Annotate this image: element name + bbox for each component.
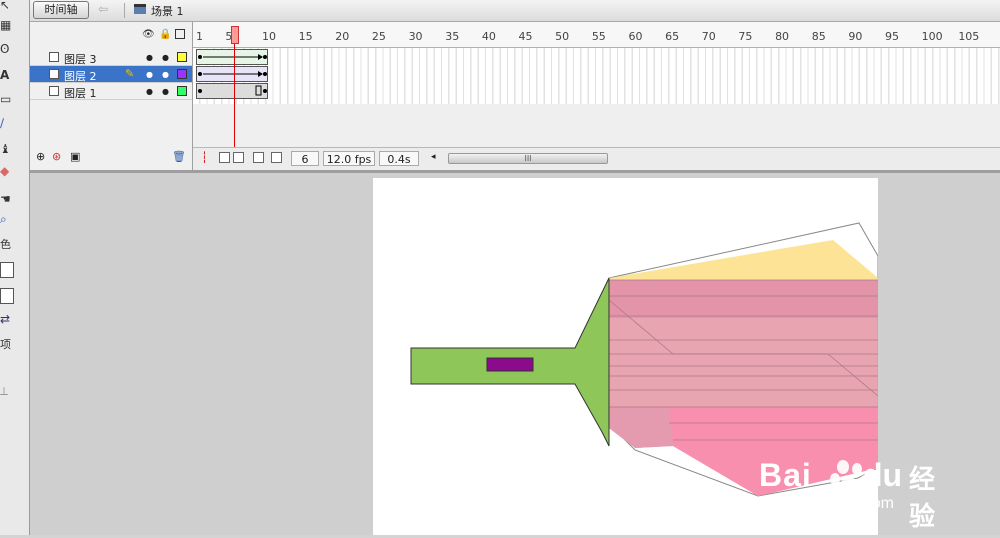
- zoom-tool-icon[interactable]: ⌕: [0, 210, 20, 228]
- ruler-label: 30: [408, 30, 423, 43]
- visibility-dot[interactable]: ●: [146, 70, 153, 79]
- lasso-tool-icon[interactable]: ʘ: [0, 40, 20, 58]
- layer-list: 👁 🔒 图层 3 ● ● 图层 2 ✎ ● ● 图层 1 ● ● ⊕ ⊛ ▣ 🗑: [30, 22, 193, 170]
- playhead-marker[interactable]: [231, 26, 239, 44]
- ruler-label: 35: [445, 30, 460, 43]
- ruler-label: 40: [481, 30, 496, 43]
- ruler-label: 60: [628, 30, 643, 43]
- edit-multiple-frames-icon[interactable]: [253, 152, 264, 163]
- insert-folder-icon[interactable]: ▣: [70, 150, 80, 163]
- layer-row-1[interactable]: 图层 1 ● ●: [30, 83, 192, 100]
- ruler-label: 65: [665, 30, 680, 43]
- elapsed-time-field: 0.4s: [379, 151, 419, 166]
- rectangle-tool-icon[interactable]: ▭: [0, 90, 20, 108]
- watermark-logo-cn: 经验: [909, 465, 936, 532]
- scroll-left-icon[interactable]: ◂: [431, 152, 436, 162]
- ruler-label: 90: [848, 30, 863, 43]
- visibility-dot[interactable]: ●: [146, 53, 153, 62]
- ruler-label: 25: [371, 30, 386, 43]
- timeline-horizontal-scrollbar[interactable]: III: [448, 153, 608, 164]
- layer-page-icon: [49, 52, 59, 62]
- options-section-label: 项: [0, 338, 11, 351]
- arrow-tool-icon[interactable]: ↖: [0, 0, 20, 14]
- ruler-label: 20: [335, 30, 350, 43]
- frame-area: 1 5 10 15 20 25 30 35 40 45 50 55 60 65 70 75 80 85 90 95 10…: [193, 22, 1000, 171]
- frame-grid[interactable]: [193, 48, 1000, 104]
- onion-skin-icon[interactable]: [219, 152, 230, 163]
- ruler-label: 85: [811, 30, 826, 43]
- layer-name: 图层 1: [64, 87, 97, 100]
- snap-option-icon[interactable]: ⟂: [0, 382, 20, 400]
- add-motion-guide-icon[interactable]: ⊛: [52, 150, 61, 163]
- outline-icon[interactable]: [175, 29, 185, 39]
- ruler-label: 15: [298, 30, 313, 43]
- timeline-panel: 👁 🔒 图层 3 ● ● 图层 2 ✎ ● ● 图层 1 ● ● ⊕ ⊛ ▣ 🗑…: [30, 22, 1000, 171]
- layer-page-icon: [49, 69, 59, 79]
- ruler-label: 80: [775, 30, 790, 43]
- watermark-logo-text: Bai: [759, 457, 812, 493]
- ruler-label: 10: [261, 30, 276, 43]
- timeline-toggle-button[interactable]: 时间轴: [33, 1, 89, 19]
- lock-icon[interactable]: 🔒: [159, 29, 171, 40]
- frame-ruler[interactable]: 1 5 10 15 20 25 30 35 40 45 50 55 60 65 70 75 80 85 90 95 10…: [193, 22, 1000, 48]
- ruler-label: 55: [591, 30, 606, 43]
- ruler-label: 95: [885, 30, 900, 43]
- current-frame-field: 6: [291, 151, 319, 166]
- ruler-label: 1: [196, 30, 203, 43]
- eraser-tool-icon[interactable]: ◆: [0, 162, 20, 180]
- lock-dot[interactable]: ●: [162, 70, 169, 79]
- baidu-jingyan-watermark: Bai du 经验 jingyan.baidu.com: [715, 455, 955, 532]
- ruler-label: 45: [518, 30, 533, 43]
- layer-page-icon: [49, 86, 59, 96]
- scene-clapper-icon: [134, 4, 146, 14]
- left-arrow-icon[interactable]: ⇦: [98, 2, 108, 16]
- toolbar-divider: [124, 3, 125, 18]
- center-frame-icon[interactable]: ┆: [201, 151, 208, 164]
- layer-name: 图层 2: [64, 70, 97, 83]
- paint-bucket-icon[interactable]: ♝: [0, 140, 20, 158]
- watermark-logo-text2: du: [863, 457, 903, 493]
- eye-icon[interactable]: 👁: [142, 29, 155, 40]
- layer-row-3[interactable]: 图层 3 ● ●: [30, 49, 192, 66]
- ruler-label: 70: [701, 30, 716, 43]
- layer-controls: ⊕ ⊛ ▣ 🗑: [30, 146, 192, 170]
- add-layer-icon[interactable]: ⊕: [36, 150, 45, 163]
- onion-outline-icon[interactable]: [233, 152, 244, 163]
- text-tool-icon[interactable]: A: [0, 66, 20, 84]
- tools-panel: ↖ ▦ ʘ A ▭ ∕ ♝ ◆ ☚ ⌕ 色 ⇄ 项 ⟂: [0, 0, 30, 535]
- ruler-label: 105: [958, 30, 980, 43]
- tween-arrows: [198, 54, 267, 96]
- swap-colors-icon[interactable]: ⇄: [0, 310, 20, 328]
- layer-color-box[interactable]: [177, 86, 187, 96]
- frame-rate-field[interactable]: 12.0 fps: [323, 151, 375, 166]
- fill-color-swatch[interactable]: [0, 288, 14, 304]
- ruler-label: 100: [921, 30, 943, 43]
- top-toolbar: 时间轴 ⇦ 场景 1: [30, 0, 1000, 22]
- visibility-dot[interactable]: ●: [146, 87, 153, 96]
- brush-tool-icon[interactable]: ∕: [0, 114, 20, 132]
- ruler-label: 75: [738, 30, 753, 43]
- stroke-color-swatch[interactable]: [0, 262, 14, 278]
- watermark-url: jingyan.baidu.com: [765, 495, 894, 512]
- ruler-label: 50: [555, 30, 570, 43]
- hand-tool-icon[interactable]: ☚: [0, 190, 20, 208]
- pencil-icon: ✎: [125, 67, 135, 80]
- timeline-status-bar: ┆ 6 12.0 fps 0.4s ◂ III: [193, 147, 1000, 171]
- layer-color-box[interactable]: [177, 69, 187, 79]
- lock-dot[interactable]: ●: [162, 53, 169, 62]
- scene-label[interactable]: 场景 1: [151, 3, 184, 19]
- color-section-label: 色: [0, 238, 11, 251]
- delete-layer-icon[interactable]: 🗑: [172, 150, 186, 163]
- layer-name: 图层 3: [64, 53, 97, 66]
- layer-color-box[interactable]: [177, 52, 187, 62]
- lock-dot[interactable]: ●: [162, 87, 169, 96]
- layer-row-2[interactable]: 图层 2 ✎ ● ●: [30, 66, 192, 83]
- modify-onion-markers-icon[interactable]: [271, 152, 282, 163]
- subselect-tool-icon[interactable]: ▦: [0, 16, 20, 34]
